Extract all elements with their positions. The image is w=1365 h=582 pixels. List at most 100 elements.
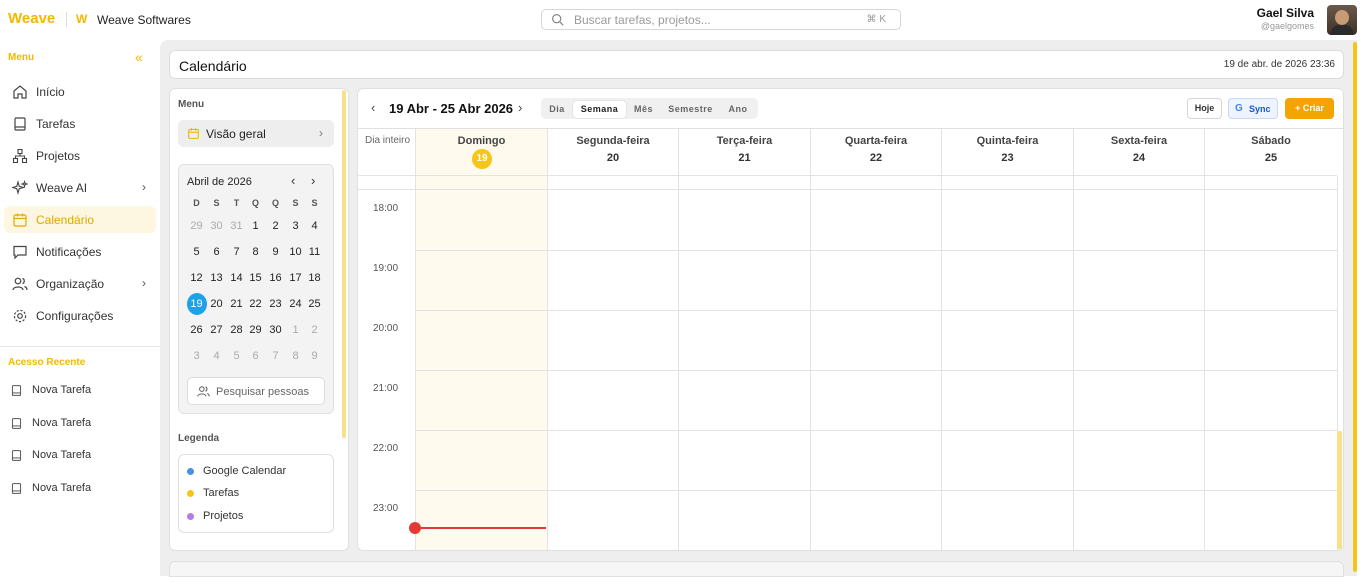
mini-calendar-day[interactable]: 30 xyxy=(207,216,227,236)
mini-calendar-day[interactable]: 2 xyxy=(305,320,325,340)
mini-calendar-day[interactable]: 15 xyxy=(246,268,266,288)
mini-calendar-day[interactable]: 4 xyxy=(207,346,227,366)
day-header[interactable]: Segunda-feira 20 xyxy=(547,129,678,176)
sidebar-item-calendario[interactable]: Calendário xyxy=(4,206,156,233)
sidebar-item-organizacao[interactable]: Organização › xyxy=(4,270,156,297)
today-button[interactable]: Hoje xyxy=(1187,98,1222,119)
sidebar-item-projetos[interactable]: Projetos xyxy=(4,142,156,169)
org-name[interactable]: Weave Softwares xyxy=(97,13,191,27)
mini-calendar-day[interactable]: 28 xyxy=(227,320,247,340)
chevron-right-icon[interactable]: › xyxy=(311,173,315,188)
mini-calendar-day[interactable]: 23 xyxy=(266,294,286,314)
create-button[interactable]: + Criar xyxy=(1285,98,1334,119)
sidebar-item-configuracoes[interactable]: Configurações xyxy=(4,302,156,329)
search-input[interactable] xyxy=(574,12,844,27)
mini-calendar-day[interactable]: 1 xyxy=(286,320,306,340)
mini-calendar-day[interactable]: 16 xyxy=(266,268,286,288)
day-column[interactable] xyxy=(1073,176,1204,550)
mini-calendar-day[interactable]: 27 xyxy=(207,320,227,340)
legend-dot xyxy=(187,468,194,475)
chevron-left-icon[interactable]: ‹ xyxy=(291,173,295,188)
mini-calendar-day[interactable]: 20 xyxy=(207,294,227,314)
search-box[interactable]: ⌘ K xyxy=(541,9,901,30)
view-tab-mes[interactable]: Mês xyxy=(630,101,657,118)
day-column[interactable] xyxy=(941,176,1073,550)
mini-calendar-day[interactable]: 26 xyxy=(187,320,207,340)
prev-week-icon[interactable]: ‹ xyxy=(371,100,375,115)
mini-calendar-day[interactable]: 29 xyxy=(187,216,207,236)
mini-calendar-day[interactable]: 29 xyxy=(246,320,266,340)
mini-calendar-day[interactable]: 7 xyxy=(227,242,247,262)
view-tab-dia[interactable]: Dia xyxy=(545,101,569,118)
mini-calendar-day[interactable]: 10 xyxy=(286,242,306,262)
day-column[interactable] xyxy=(415,176,547,550)
day-header[interactable]: Quarta-feira 22 xyxy=(810,129,941,176)
recent-item[interactable]: Nova Tarefa xyxy=(10,414,150,434)
mini-calendar-day[interactable]: 18 xyxy=(305,268,325,288)
mini-calendar-day[interactable]: 9 xyxy=(266,242,286,262)
day-name: Sexta-feira xyxy=(1110,135,1168,147)
view-tab-semana[interactable]: Semana xyxy=(573,101,626,118)
google-icon: G xyxy=(1235,103,1243,114)
mini-calendar-day[interactable]: 4 xyxy=(305,216,325,236)
recent-item[interactable]: Nova Tarefa xyxy=(10,446,150,466)
day-header[interactable]: Quinta-feira 23 xyxy=(941,129,1073,176)
page-scrollbar[interactable] xyxy=(1353,42,1357,572)
legend-title: Legenda xyxy=(178,433,220,444)
sidebar-item-inicio[interactable]: Início xyxy=(4,78,156,105)
recent-item[interactable]: Nova Tarefa xyxy=(10,381,150,401)
mini-calendar-day[interactable]: 3 xyxy=(187,346,207,366)
day-column[interactable] xyxy=(810,176,941,550)
side-panel-scrollbar[interactable] xyxy=(342,90,346,438)
mini-calendar-day[interactable]: 7 xyxy=(266,346,286,366)
mini-calendar-day-selected[interactable]: 19 xyxy=(186,293,207,315)
day-name: Quarta-feira xyxy=(844,135,908,147)
sync-button[interactable]: G Sync xyxy=(1228,98,1278,119)
day-column[interactable] xyxy=(678,176,810,550)
view-tab-semestre[interactable]: Semestre xyxy=(664,101,717,118)
recent-item[interactable]: Nova Tarefa xyxy=(10,479,150,499)
mini-calendar-day[interactable]: 5 xyxy=(187,242,207,262)
mini-calendar-day[interactable]: 5 xyxy=(227,346,247,366)
day-header[interactable]: Sexta-feira 24 xyxy=(1073,129,1204,176)
overview-label: Visão geral xyxy=(206,127,266,141)
brand-logo[interactable]: Weave xyxy=(8,10,55,27)
mini-calendar-day[interactable]: 21 xyxy=(227,294,247,314)
mini-calendar-day[interactable]: 24 xyxy=(286,294,306,314)
people-search-input[interactable]: Pesquisar pessoas xyxy=(187,377,325,405)
mini-calendar-day[interactable]: 11 xyxy=(305,242,325,262)
day-column[interactable] xyxy=(1204,176,1337,550)
overview-button[interactable]: Visão geral › xyxy=(178,120,334,147)
next-week-icon[interactable]: › xyxy=(518,100,522,115)
mini-calendar-day[interactable]: 3 xyxy=(286,216,306,236)
mini-calendar-day[interactable]: 9 xyxy=(305,346,325,366)
mini-calendar-day[interactable]: 22 xyxy=(246,294,266,314)
avatar[interactable] xyxy=(1327,5,1357,35)
mini-calendar-day[interactable]: 13 xyxy=(207,268,227,288)
sidebar-item-weave-ai[interactable]: Weave AI › xyxy=(4,174,156,201)
mini-calendar-day[interactable]: 30 xyxy=(266,320,286,340)
mini-calendar-day[interactable]: 8 xyxy=(246,242,266,262)
mini-calendar-day[interactable]: 6 xyxy=(246,346,266,366)
grid-scrollbar[interactable] xyxy=(1337,431,1342,549)
mini-calendar-day[interactable]: 8 xyxy=(286,346,306,366)
day-header[interactable]: Sábado 25 xyxy=(1204,129,1337,176)
legend-dot xyxy=(187,490,194,497)
sidebar-item-tarefas[interactable]: Tarefas xyxy=(4,110,156,137)
collapse-sidebar-icon[interactable]: « xyxy=(135,49,143,65)
mini-calendar-day[interactable]: 17 xyxy=(286,268,306,288)
view-tab-ano[interactable]: Ano xyxy=(724,101,752,118)
day-header[interactable]: Domingo 19 xyxy=(415,129,547,176)
mini-calendar-day[interactable]: 2 xyxy=(266,216,286,236)
hour-label: 21:00 xyxy=(373,383,399,394)
mini-calendar-day[interactable]: 1 xyxy=(246,216,266,236)
mini-calendar-day[interactable]: 31 xyxy=(227,216,247,236)
day-header[interactable]: Terça-feira 21 xyxy=(678,129,810,176)
mini-calendar-day[interactable]: 6 xyxy=(207,242,227,262)
users-icon xyxy=(197,386,210,397)
day-column[interactable] xyxy=(547,176,678,550)
mini-calendar-day[interactable]: 25 xyxy=(305,294,325,314)
sidebar-item-notificacoes[interactable]: Notificações xyxy=(4,238,156,265)
mini-calendar-day[interactable]: 12 xyxy=(187,268,207,288)
mini-calendar-day[interactable]: 14 xyxy=(227,268,247,288)
